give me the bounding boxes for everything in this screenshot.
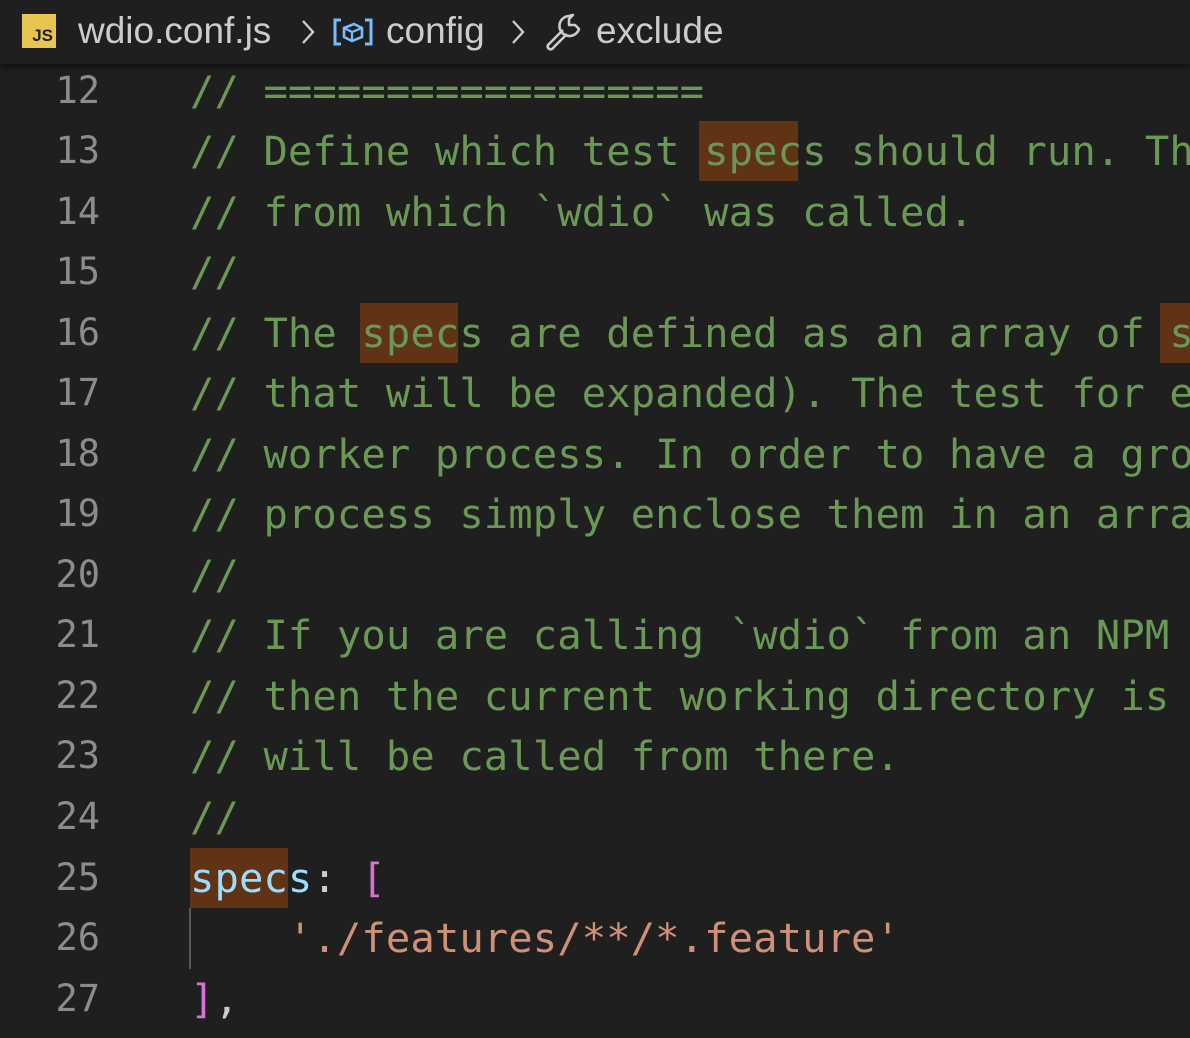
line-number: 25 bbox=[55, 856, 100, 899]
code-comment: // ================== bbox=[190, 67, 705, 115]
close-bracket: ] bbox=[190, 975, 215, 1023]
code-line: 13 // Define which test specs should run… bbox=[0, 121, 1190, 181]
line-number: 21 bbox=[55, 613, 100, 656]
code-comment: // will be called from there. bbox=[190, 732, 901, 780]
breadcrumb-file[interactable]: wdio.conf.js bbox=[78, 11, 271, 51]
code-comment: // process simply enclose them in an arr… bbox=[190, 490, 1190, 538]
code-line: 15 // bbox=[0, 242, 1190, 302]
breadcrumb-symbol[interactable]: config bbox=[386, 11, 485, 51]
code-comment: // then the current working directory is… bbox=[190, 672, 1190, 720]
line-number: 20 bbox=[55, 553, 100, 596]
code-line: 27 ], bbox=[0, 969, 1190, 1029]
comma: , bbox=[214, 975, 239, 1023]
colon: : bbox=[312, 854, 362, 902]
line-number: 18 bbox=[55, 432, 100, 475]
code-line: 12 // ================== bbox=[0, 64, 1190, 121]
line-number: 23 bbox=[55, 734, 100, 777]
line-number: 15 bbox=[55, 250, 100, 293]
code-line: 21 // If you are calling `wdio` from an … bbox=[0, 605, 1190, 665]
code-line: 22 // then the current working directory… bbox=[0, 666, 1190, 726]
line-number: 17 bbox=[55, 371, 100, 414]
code-editor[interactable]: 12 // ================== 13 // Define wh… bbox=[0, 64, 1190, 1038]
code-line: 19 // process simply enclose them in an … bbox=[0, 484, 1190, 544]
code-comment: // that will be expanded). The test for … bbox=[190, 369, 1190, 417]
property-key: specs bbox=[190, 854, 313, 902]
code-line: 16 // The specs are defined as an array … bbox=[0, 303, 1190, 363]
variable-symbol-icon bbox=[333, 18, 373, 46]
line-number: 26 bbox=[55, 916, 100, 959]
code-line: 14 // from which `wdio` was called. bbox=[0, 182, 1190, 242]
code-line: 25 specs: [ bbox=[0, 848, 1190, 908]
code-comment: // from which `wdio` was called. bbox=[190, 188, 974, 236]
code-comment: // Define which test specs should run. T… bbox=[190, 127, 1190, 175]
code-comment: // The specs are defined as an array of … bbox=[190, 309, 1190, 357]
line-number: 14 bbox=[55, 190, 100, 233]
code-comment: // bbox=[190, 551, 239, 599]
line-number: 16 bbox=[55, 311, 100, 354]
chevron-right-icon bbox=[302, 20, 315, 44]
open-bracket: [ bbox=[361, 854, 386, 902]
line-number: 27 bbox=[55, 977, 100, 1020]
wrench-icon bbox=[546, 13, 581, 51]
line-number: 12 bbox=[55, 69, 100, 112]
javascript-file-icon: JS bbox=[22, 14, 56, 48]
code-comment: // worker process. In order to have a gr… bbox=[190, 430, 1190, 478]
chevron-right-icon bbox=[512, 20, 525, 44]
code-line: 18 // worker process. In order to have a… bbox=[0, 424, 1190, 484]
breadcrumb-property[interactable]: exclude bbox=[596, 11, 724, 51]
code-line: 17 // that will be expanded). The test f… bbox=[0, 363, 1190, 423]
string-literal: './features/**/*.feature' bbox=[287, 914, 901, 962]
line-number: 22 bbox=[55, 674, 100, 717]
line-number: 19 bbox=[55, 492, 100, 535]
code-line: 23 // will be called from there. bbox=[0, 726, 1190, 786]
code-line: 20 // bbox=[0, 545, 1190, 605]
line-number: 13 bbox=[55, 129, 100, 172]
code-comment: // bbox=[190, 793, 239, 841]
code-line: 24 // bbox=[0, 787, 1190, 847]
code-comment: // If you are calling `wdio` from an NPM… bbox=[190, 611, 1190, 659]
line-number: 24 bbox=[55, 795, 100, 838]
code-comment: // bbox=[190, 248, 239, 296]
code-line: 26 './features/**/*.feature' bbox=[0, 908, 1190, 968]
breadcrumb: JS wdio.conf.js config exclude bbox=[0, 0, 1190, 64]
